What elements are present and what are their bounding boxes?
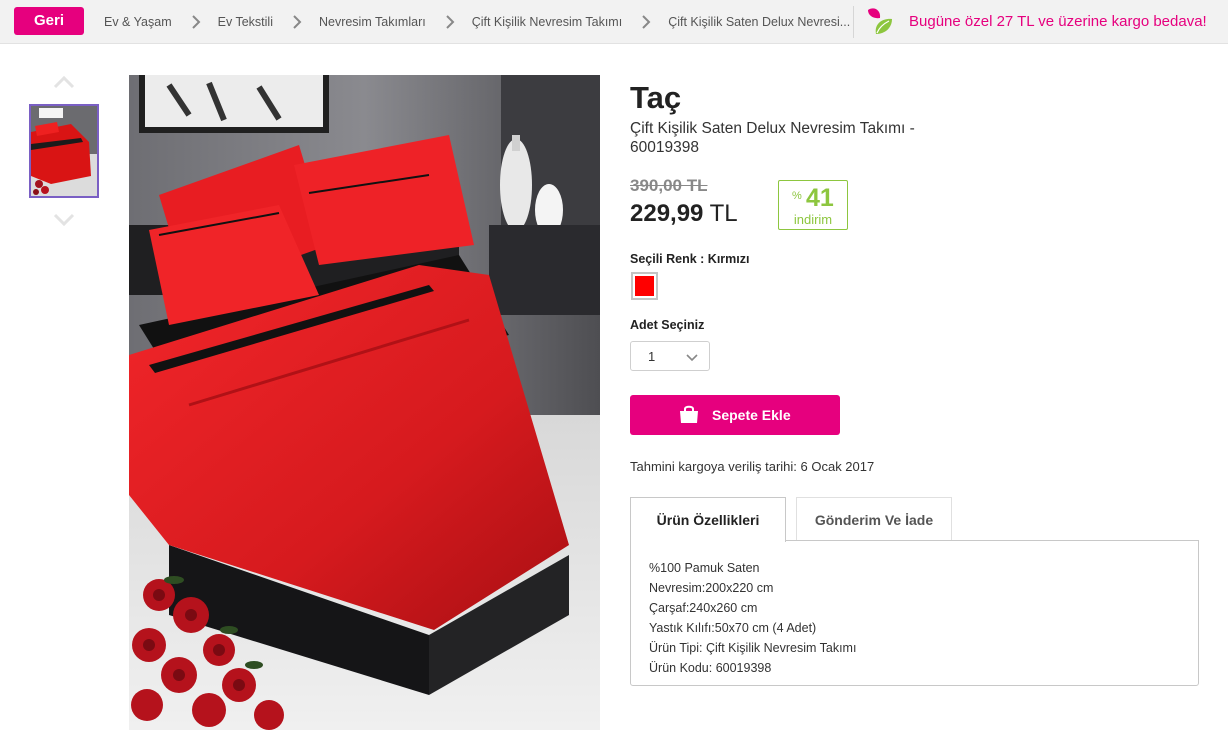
leaf-icon xyxy=(864,4,896,38)
feature-line: Yastık Kılıfı:50x70 cm (4 Adet) xyxy=(649,621,817,635)
breadcrumb-item-ev-tekstili[interactable]: Ev Tekstili xyxy=(218,15,273,29)
free-shipping-promo: Bugüne özel 27 TL ve üzerine kargo bedav… xyxy=(909,13,1207,30)
shopping-bag-icon xyxy=(678,404,700,424)
add-to-cart-button[interactable]: Sepete Ekle xyxy=(630,395,840,435)
breadcrumb-item-nevresim-takimlari[interactable]: Nevresim Takımları xyxy=(319,15,426,29)
product-title: Çift Kişilik Saten Delux Nevresim Takımı… xyxy=(630,120,915,156)
price-amount: 229,99 xyxy=(630,200,704,227)
divider xyxy=(853,6,854,38)
swatch-fill xyxy=(635,276,654,296)
quantity-label: Adet Seçiniz xyxy=(630,318,705,332)
discount-percent-symbol: % xyxy=(792,190,802,202)
chevron-right-icon xyxy=(191,15,201,29)
price-currency: TL xyxy=(709,200,738,227)
breadcrumb-item-current: Çift Kişilik Saten Delux Nevresi... xyxy=(668,15,851,29)
feature-line: Ürün Kodu: 60019398 xyxy=(649,661,772,675)
old-price: 390,00 TL xyxy=(630,176,708,195)
feature-line: %100 Pamuk Saten xyxy=(649,561,760,575)
color-swatch-red[interactable] xyxy=(631,272,658,300)
chevron-down-icon[interactable] xyxy=(52,212,76,228)
chevron-right-icon xyxy=(641,15,651,29)
product-thumbnail[interactable] xyxy=(29,104,99,198)
chevron-right-icon xyxy=(292,15,302,29)
feature-line: Çarşaf:240x260 cm xyxy=(649,601,758,615)
discount-value: 41 xyxy=(806,184,834,212)
feature-line: Ürün Tipi: Çift Kişilik Nevresim Takımı xyxy=(649,641,857,655)
breadcrumb: Ev & Yaşam Ev Tekstili Nevresim Takımlar… xyxy=(104,0,850,44)
chevron-down-icon xyxy=(685,351,699,362)
selected-color-label: Seçili Renk : Kırmızı xyxy=(630,252,750,266)
chevron-up-icon[interactable] xyxy=(52,74,76,90)
top-bar: Geri Ev & Yaşam Ev Tekstili Nevresim Tak… xyxy=(0,0,1228,44)
quantity-select[interactable]: 1 xyxy=(630,341,710,371)
tab-product-features[interactable]: Ürün Özellikleri xyxy=(630,497,786,542)
tab-shipping-returns[interactable]: Gönderim Ve İade xyxy=(796,497,952,541)
back-button[interactable]: Geri xyxy=(14,7,84,35)
breadcrumb-item-ev-yasam[interactable]: Ev & Yaşam xyxy=(104,15,172,29)
chevron-right-icon xyxy=(445,15,455,29)
discount-label: indirim xyxy=(793,212,833,227)
discount-badge: % 41 indirim xyxy=(778,180,848,230)
breadcrumb-item-cift-kisilik[interactable]: Çift Kişilik Nevresim Takımı xyxy=(472,15,622,29)
product-brand: Taç xyxy=(630,80,682,115)
product-features-panel: %100 Pamuk Saten Nevresim:200x220 cm Çar… xyxy=(630,540,1199,686)
feature-line: Nevresim:200x220 cm xyxy=(649,581,774,595)
current-price: 229,99 TL xyxy=(630,200,738,228)
product-main-image[interactable] xyxy=(129,75,600,730)
add-to-cart-label: Sepete Ekle xyxy=(712,407,791,423)
quantity-value: 1 xyxy=(648,349,656,364)
estimated-shipping-date: Tahmini kargoya veriliş tarihi: 6 Ocak 2… xyxy=(630,459,875,474)
